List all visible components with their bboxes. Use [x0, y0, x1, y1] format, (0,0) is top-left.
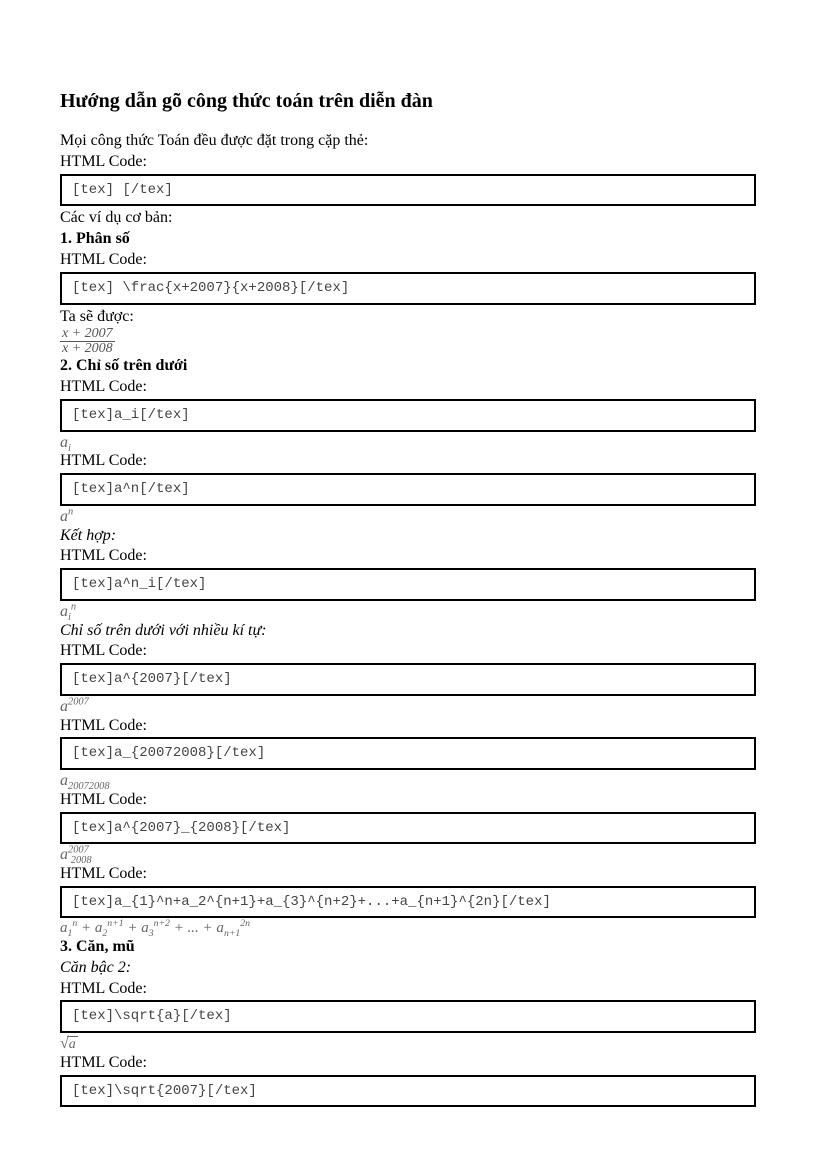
render-sqrt-a: √a [60, 1035, 756, 1053]
html-code-label: HTML Code: [60, 641, 756, 662]
code-block-sup: [tex]a^n[/tex] [60, 473, 756, 506]
code-block-series: [tex]a_{1}^n+a_2^{n+1}+a_{3}^{n+2}+...+a… [60, 886, 756, 919]
math-sup: n [68, 507, 73, 518]
render-a-sup-n-sub-i: ain [60, 603, 756, 621]
html-code-label: HTML Code: [60, 152, 756, 173]
frac-denominator: x + 2008 [60, 341, 115, 356]
code-block-combine: [tex]a^n_i[/tex] [60, 568, 756, 601]
section-1-heading: 1. Phân số [60, 229, 756, 250]
code-block-sqrt2007: [tex]\sqrt{2007}[/tex] [60, 1075, 756, 1108]
code-block-sqrta: [tex]\sqrt{a}[/tex] [60, 1000, 756, 1033]
math-base: a [60, 772, 68, 789]
section-3-heading: 3. Căn, mũ [60, 937, 756, 958]
section-2-heading: 2. Chỉ số trên dưới [60, 356, 756, 377]
html-code-label: HTML Code: [60, 1053, 756, 1074]
html-code-label: HTML Code: [60, 716, 756, 737]
html-code-label: HTML Code: [60, 250, 756, 271]
frac-render: x + 2007 x + 2008 [60, 327, 756, 356]
math-base: a [60, 434, 68, 451]
html-code-label: HTML Code: [60, 546, 756, 567]
page-title: Hướng dẫn gõ công thức toán trên diễn đà… [60, 90, 756, 113]
html-code-label: HTML Code: [60, 979, 756, 1000]
code-block-tex-wrapper: [tex] [/tex] [60, 174, 756, 207]
html-code-label: HTML Code: [60, 790, 756, 811]
code-block-aboth: [tex]a^{2007}_{2008}[/tex] [60, 812, 756, 845]
math-base: a [60, 508, 68, 525]
math-base: a [60, 698, 68, 715]
render-a-sub-i: ai [60, 434, 756, 452]
code-block-sub: [tex]a_i[/tex] [60, 399, 756, 432]
examples-intro: Các ví dụ cơ bản: [60, 208, 756, 229]
render-a-sub-20072008: a20072008 [60, 772, 756, 790]
html-code-label: HTML Code: [60, 377, 756, 398]
math-base: a [60, 603, 68, 620]
code-block-frac: [tex] \frac{x+2007}{x+2008}[/tex] [60, 272, 756, 305]
multi-label: Chỉ số trên dưới với nhiều kí tự: [60, 621, 756, 642]
render-series: a1n + a2n+1 + a3n+2 + ... + an+12n [60, 920, 756, 937]
combine-label: Kết hợp: [60, 526, 756, 547]
code-block-a2007: [tex]a^{2007}[/tex] [60, 663, 756, 696]
math-sup: n [71, 602, 76, 613]
math-sup: 2007 [68, 697, 89, 708]
radicand: a [67, 1036, 78, 1052]
code-block-a20072008: [tex]a_{20072008}[/tex] [60, 737, 756, 770]
result-label: Ta sẽ được: [60, 307, 756, 328]
intro-text: Mọi công thức Toán đều được đặt trong cặ… [60, 131, 756, 152]
render-a-both: a20072008 [60, 846, 756, 864]
html-code-label: HTML Code: [60, 864, 756, 885]
sqrt2-label: Căn bậc 2: [60, 958, 756, 979]
render-a-sup-2007: a2007 [60, 698, 756, 716]
render-a-sup-n: an [60, 508, 756, 526]
math-base: a [60, 846, 68, 863]
html-code-label: HTML Code: [60, 451, 756, 472]
frac-numerator: x + 2007 [60, 327, 115, 341]
